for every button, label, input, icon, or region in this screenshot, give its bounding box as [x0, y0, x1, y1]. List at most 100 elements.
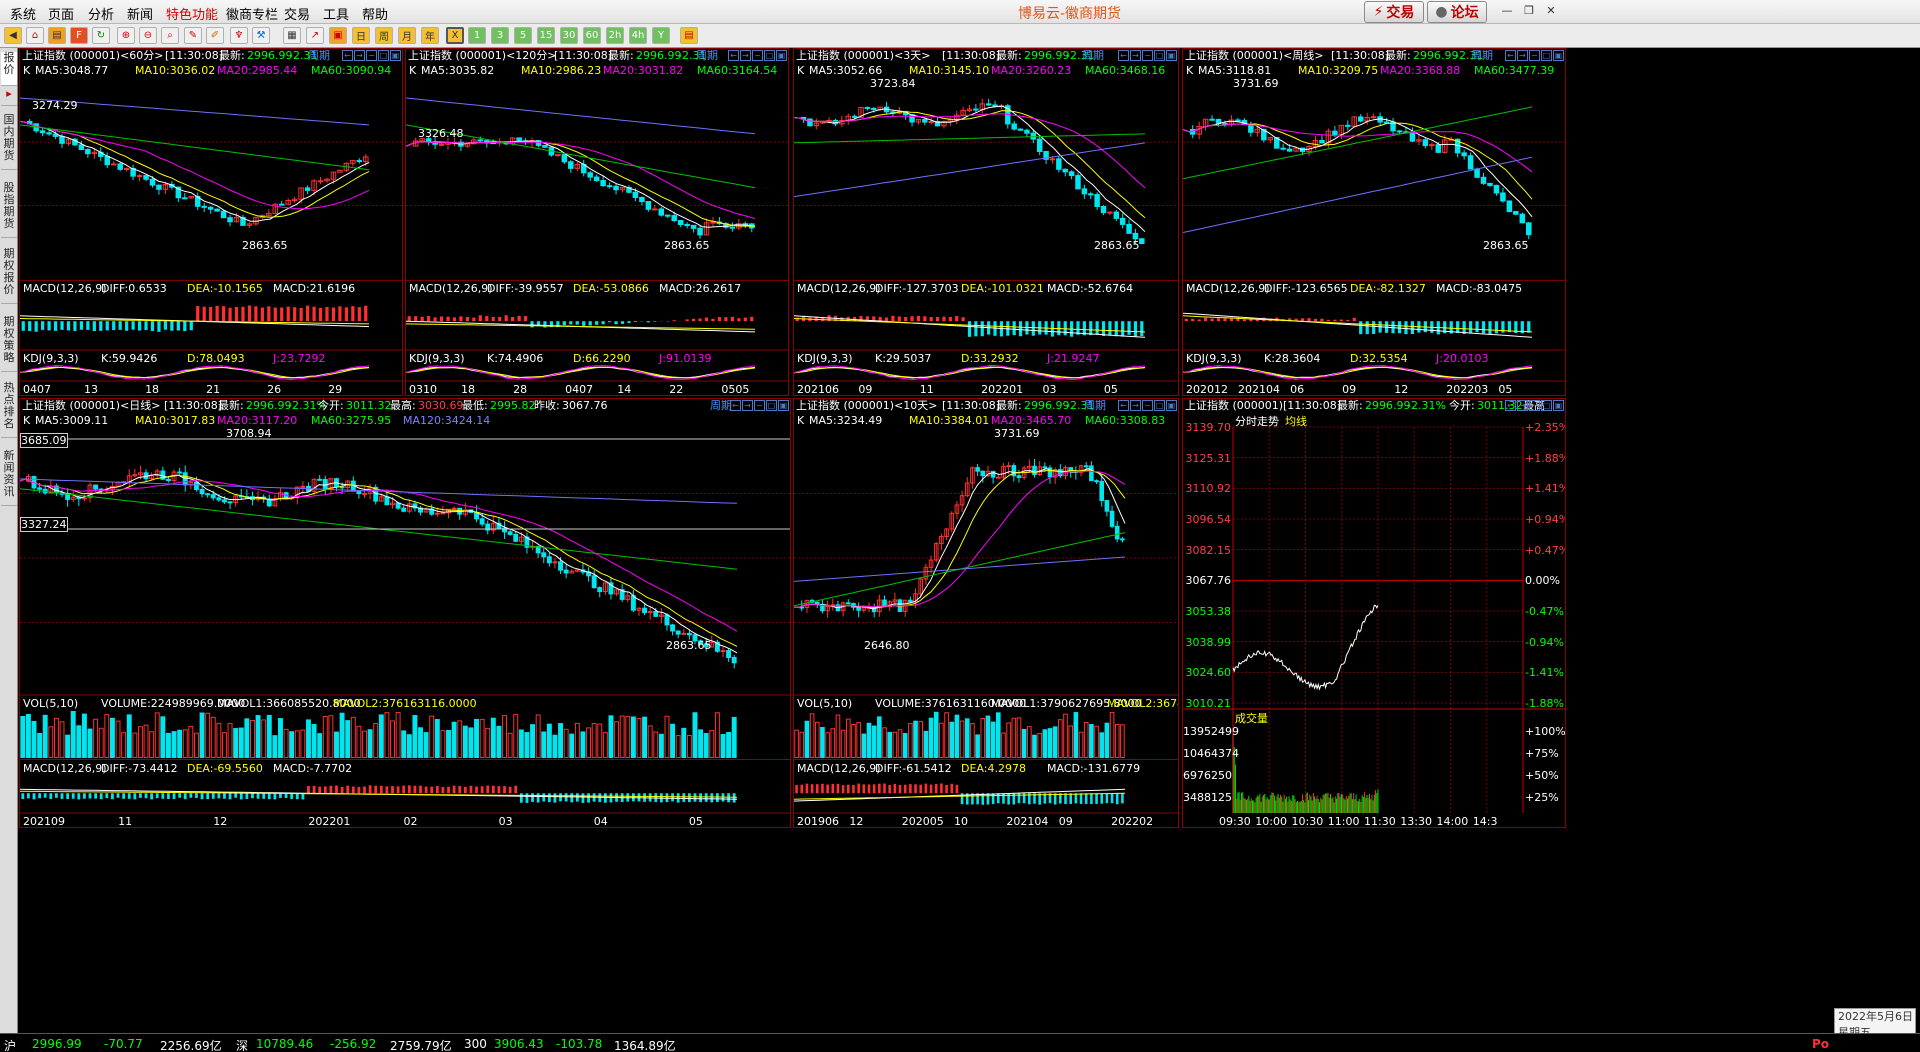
menu-system[interactable]: 系统	[10, 4, 36, 23]
sidebar-tab-hot-rank[interactable]: 热点排名	[1, 382, 17, 438]
maximize-icon[interactable]: ▣	[1553, 400, 1564, 411]
flash-icon[interactable]: F	[70, 27, 88, 44]
restore-icon[interactable]: □	[1154, 50, 1165, 61]
tab-ma[interactable]: 均线	[1285, 415, 1307, 428]
zoom-in-icon[interactable]: ⊕	[117, 27, 135, 44]
menu-huishang-column[interactable]: 徽商专栏	[226, 4, 278, 23]
period-x-button[interactable]: X	[446, 27, 464, 44]
search-icon[interactable]: ⌕	[161, 27, 179, 44]
chart-panel-pwk[interactable]: 上证指数 (000001)<周线> [11:30:08] 最新: 2996.99 -2.…	[1182, 48, 1566, 396]
minimize-icon[interactable]: —	[1498, 2, 1516, 18]
sidebar-tab-domestic-futures[interactable]: 国内期货	[1, 114, 17, 170]
cup-icon[interactable]: ♆	[230, 27, 248, 44]
maximize-icon[interactable]: ▣	[1166, 400, 1177, 411]
prev-icon[interactable]: ←	[1505, 400, 1516, 411]
restore-icon[interactable]: □	[1541, 400, 1552, 411]
period-month-button[interactable]: 月	[398, 27, 416, 44]
restore-icon[interactable]: □	[378, 50, 389, 61]
chart-icon[interactable]: ↗	[306, 27, 324, 44]
period-y-button[interactable]: Y	[652, 27, 670, 44]
cycle-link[interactable]: 周期	[1084, 399, 1106, 413]
minimize-icon[interactable]: −	[754, 400, 765, 411]
minimize-icon[interactable]: −	[752, 50, 763, 61]
menu-features[interactable]: 特色功能	[166, 4, 218, 23]
next-icon[interactable]: →	[1517, 400, 1528, 411]
restore-icon[interactable]: □	[1154, 400, 1165, 411]
maximize-icon[interactable]: ▣	[1166, 50, 1177, 61]
period-3-button[interactable]: 3	[491, 27, 509, 44]
period-1-button[interactable]: 1	[468, 27, 486, 44]
pen-icon[interactable]: ✐	[206, 27, 224, 44]
minimize-icon[interactable]: −	[1529, 50, 1540, 61]
chart-panel-p3d[interactable]: 上证指数 (000001)<3天> [11:30:08] 最新: 2996.99 -2.…	[793, 48, 1179, 396]
trade-button[interactable]: ⚡ 交易	[1364, 1, 1424, 23]
sidebar-tab-news[interactable]: 新闻资讯	[1, 450, 17, 506]
restore-icon[interactable]: □	[764, 50, 775, 61]
menu-help[interactable]: 帮助	[362, 4, 388, 23]
restore-icon[interactable]: □	[1541, 50, 1552, 61]
minimize-icon[interactable]: −	[366, 50, 377, 61]
chart-panel-p10d[interactable]: 上证指数 (000001)<10天> [11:30:08] 最新: 2996.99 -2…	[793, 398, 1179, 828]
back-icon[interactable]: ◀	[4, 27, 22, 44]
refresh-icon[interactable]: ↻	[92, 27, 110, 44]
zoom-out-icon[interactable]: ⊖	[139, 27, 157, 44]
cycle-link[interactable]: 周期	[1471, 49, 1493, 63]
maximize-icon[interactable]: ▣	[778, 400, 789, 411]
prev-icon[interactable]: ←	[1118, 50, 1129, 61]
next-icon[interactable]: →	[1517, 50, 1528, 61]
maximize-icon[interactable]: ▣	[1553, 50, 1564, 61]
calc-icon[interactable]: ▣	[329, 27, 347, 44]
sidebar-tab-quote[interactable]: 报价	[1, 52, 17, 86]
next-icon[interactable]: →	[1130, 50, 1141, 61]
cycle-link[interactable]: 周期	[696, 49, 718, 63]
period-2h-button[interactable]: 2h	[606, 27, 624, 44]
quote-icon[interactable]: ▤	[48, 27, 66, 44]
next-icon[interactable]: →	[742, 400, 753, 411]
chart-panel-pday[interactable]: 上证指数 (000001)<日线> [11:30:08] 最新: 2996.99 -2.…	[19, 398, 791, 828]
prev-icon[interactable]: ←	[730, 400, 741, 411]
prev-icon[interactable]: ←	[342, 50, 353, 61]
tab-intraday[interactable]: 分时走势	[1235, 415, 1279, 428]
menu-news[interactable]: 新闻	[127, 4, 153, 23]
maximize-icon[interactable]: ▣	[776, 50, 787, 61]
draw-icon[interactable]: ✎	[184, 27, 202, 44]
menu-tools[interactable]: 工具	[323, 4, 349, 23]
minimize-icon[interactable]: −	[1142, 400, 1153, 411]
next-icon[interactable]: →	[1130, 400, 1141, 411]
period-day-button[interactable]: 日	[352, 27, 370, 44]
prev-icon[interactable]: ←	[1118, 400, 1129, 411]
period-60-button[interactable]: 60	[583, 27, 601, 44]
chart-panel-intraday[interactable]: 上证指数 (000001) [11:30:08] 最新: 2996.99 -2.31% 今…	[1182, 398, 1566, 828]
cycle-link[interactable]: 周期	[1082, 49, 1104, 63]
period-30-button[interactable]: 30	[560, 27, 578, 44]
chart-panel-p60[interactable]: 上证指数 (000001)<60分> [11:30:08] 最新: 2996.99 -2…	[19, 48, 403, 396]
minimize-icon[interactable]: −	[1142, 50, 1153, 61]
menu-trade[interactable]: 交易	[284, 4, 310, 23]
sidebar-tab-option-strategy[interactable]: 期权策略	[1, 316, 17, 372]
chart-panel-p120[interactable]: 上证指数 (000001)<120分> [11:30:08] 最新: 2996.99-…	[405, 48, 789, 396]
settings-icon[interactable]: ▤	[680, 27, 698, 44]
restore-icon[interactable]: ❐	[1520, 2, 1538, 18]
next-icon[interactable]: →	[740, 50, 751, 61]
restore-icon[interactable]: □	[766, 400, 777, 411]
sidebar-tab-option-quote[interactable]: 期权报价	[1, 248, 17, 304]
prev-icon[interactable]: ←	[728, 50, 739, 61]
close-icon[interactable]: ✕	[1542, 2, 1560, 18]
period-15-button[interactable]: 15	[537, 27, 555, 44]
period-year-button[interactable]: 年	[421, 27, 439, 44]
menu-page[interactable]: 页面	[48, 4, 74, 23]
forum-button[interactable]: ● 论坛	[1427, 1, 1487, 23]
period-4h-button[interactable]: 4h	[629, 27, 647, 44]
next-icon[interactable]: →	[354, 50, 365, 61]
prev-icon[interactable]: ←	[1505, 50, 1516, 61]
table-icon[interactable]: ▦	[283, 27, 301, 44]
minimize-icon[interactable]: −	[1529, 400, 1540, 411]
period-week-button[interactable]: 周	[375, 27, 393, 44]
home-icon[interactable]: ⌂	[26, 27, 44, 44]
sidebar-toggle-icon[interactable]: ▸	[1, 88, 17, 106]
period-5-button[interactable]: 5	[514, 27, 532, 44]
tools-icon[interactable]: ⚒	[252, 27, 270, 44]
cycle-link[interactable]: 周期	[308, 49, 330, 63]
menu-analysis[interactable]: 分析	[88, 4, 114, 23]
sidebar-tab-index-futures[interactable]: 股指期货	[1, 182, 17, 238]
